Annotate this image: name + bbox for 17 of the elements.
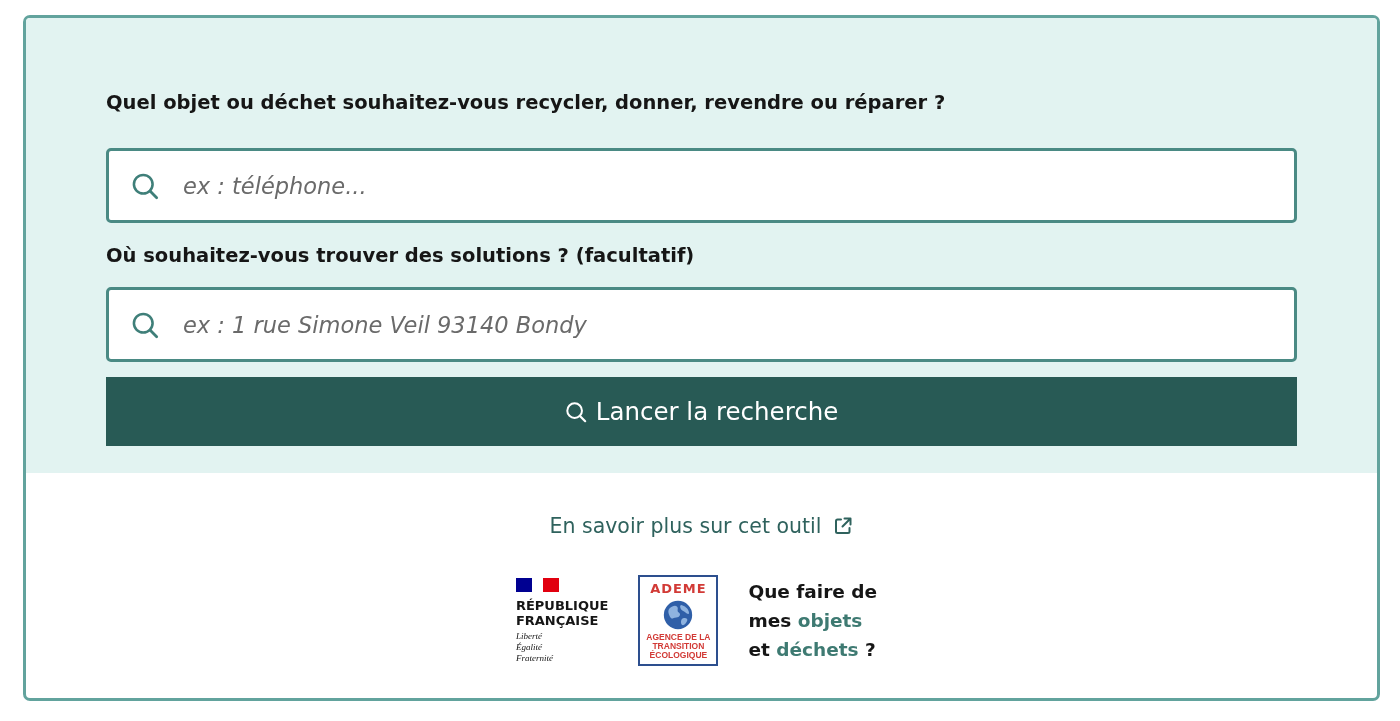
logo-title: ADEME [650, 582, 707, 596]
logo-title: RÉPUBLIQUE FRANÇAISE [515, 597, 609, 628]
search-icon [131, 311, 159, 339]
info-link[interactable]: En savoir plus sur cet outil [549, 513, 822, 539]
search-field[interactable]: ex : téléphone... [106, 148, 1297, 223]
globe-icon [663, 600, 694, 630]
field-label: Où souhaitez-vous trouver des solutions ? (facultatif) [106, 244, 696, 268]
logo-motto: Liberté Égalité Fraternité [515, 630, 553, 664]
search-icon [131, 172, 159, 200]
field-label: Quel objet ou déchet souhaitez-vous recycler, donner, revendre ou réparer ? [106, 91, 947, 115]
external-link-icon [833, 516, 854, 536]
search-button[interactable]: Lancer la recherche [106, 377, 1297, 446]
search-icon [564, 400, 587, 423]
tagline-text: Que faire de mes objets et déchets ? [748, 580, 878, 662]
flag-icon [515, 577, 559, 592]
logo-subtitle: AGENCE DE LA TRANSITION ÉCOLOGIQUE [646, 633, 711, 660]
search-field[interactable]: ex : 1 rue Simone Veil 93140 Bondy [106, 287, 1297, 362]
